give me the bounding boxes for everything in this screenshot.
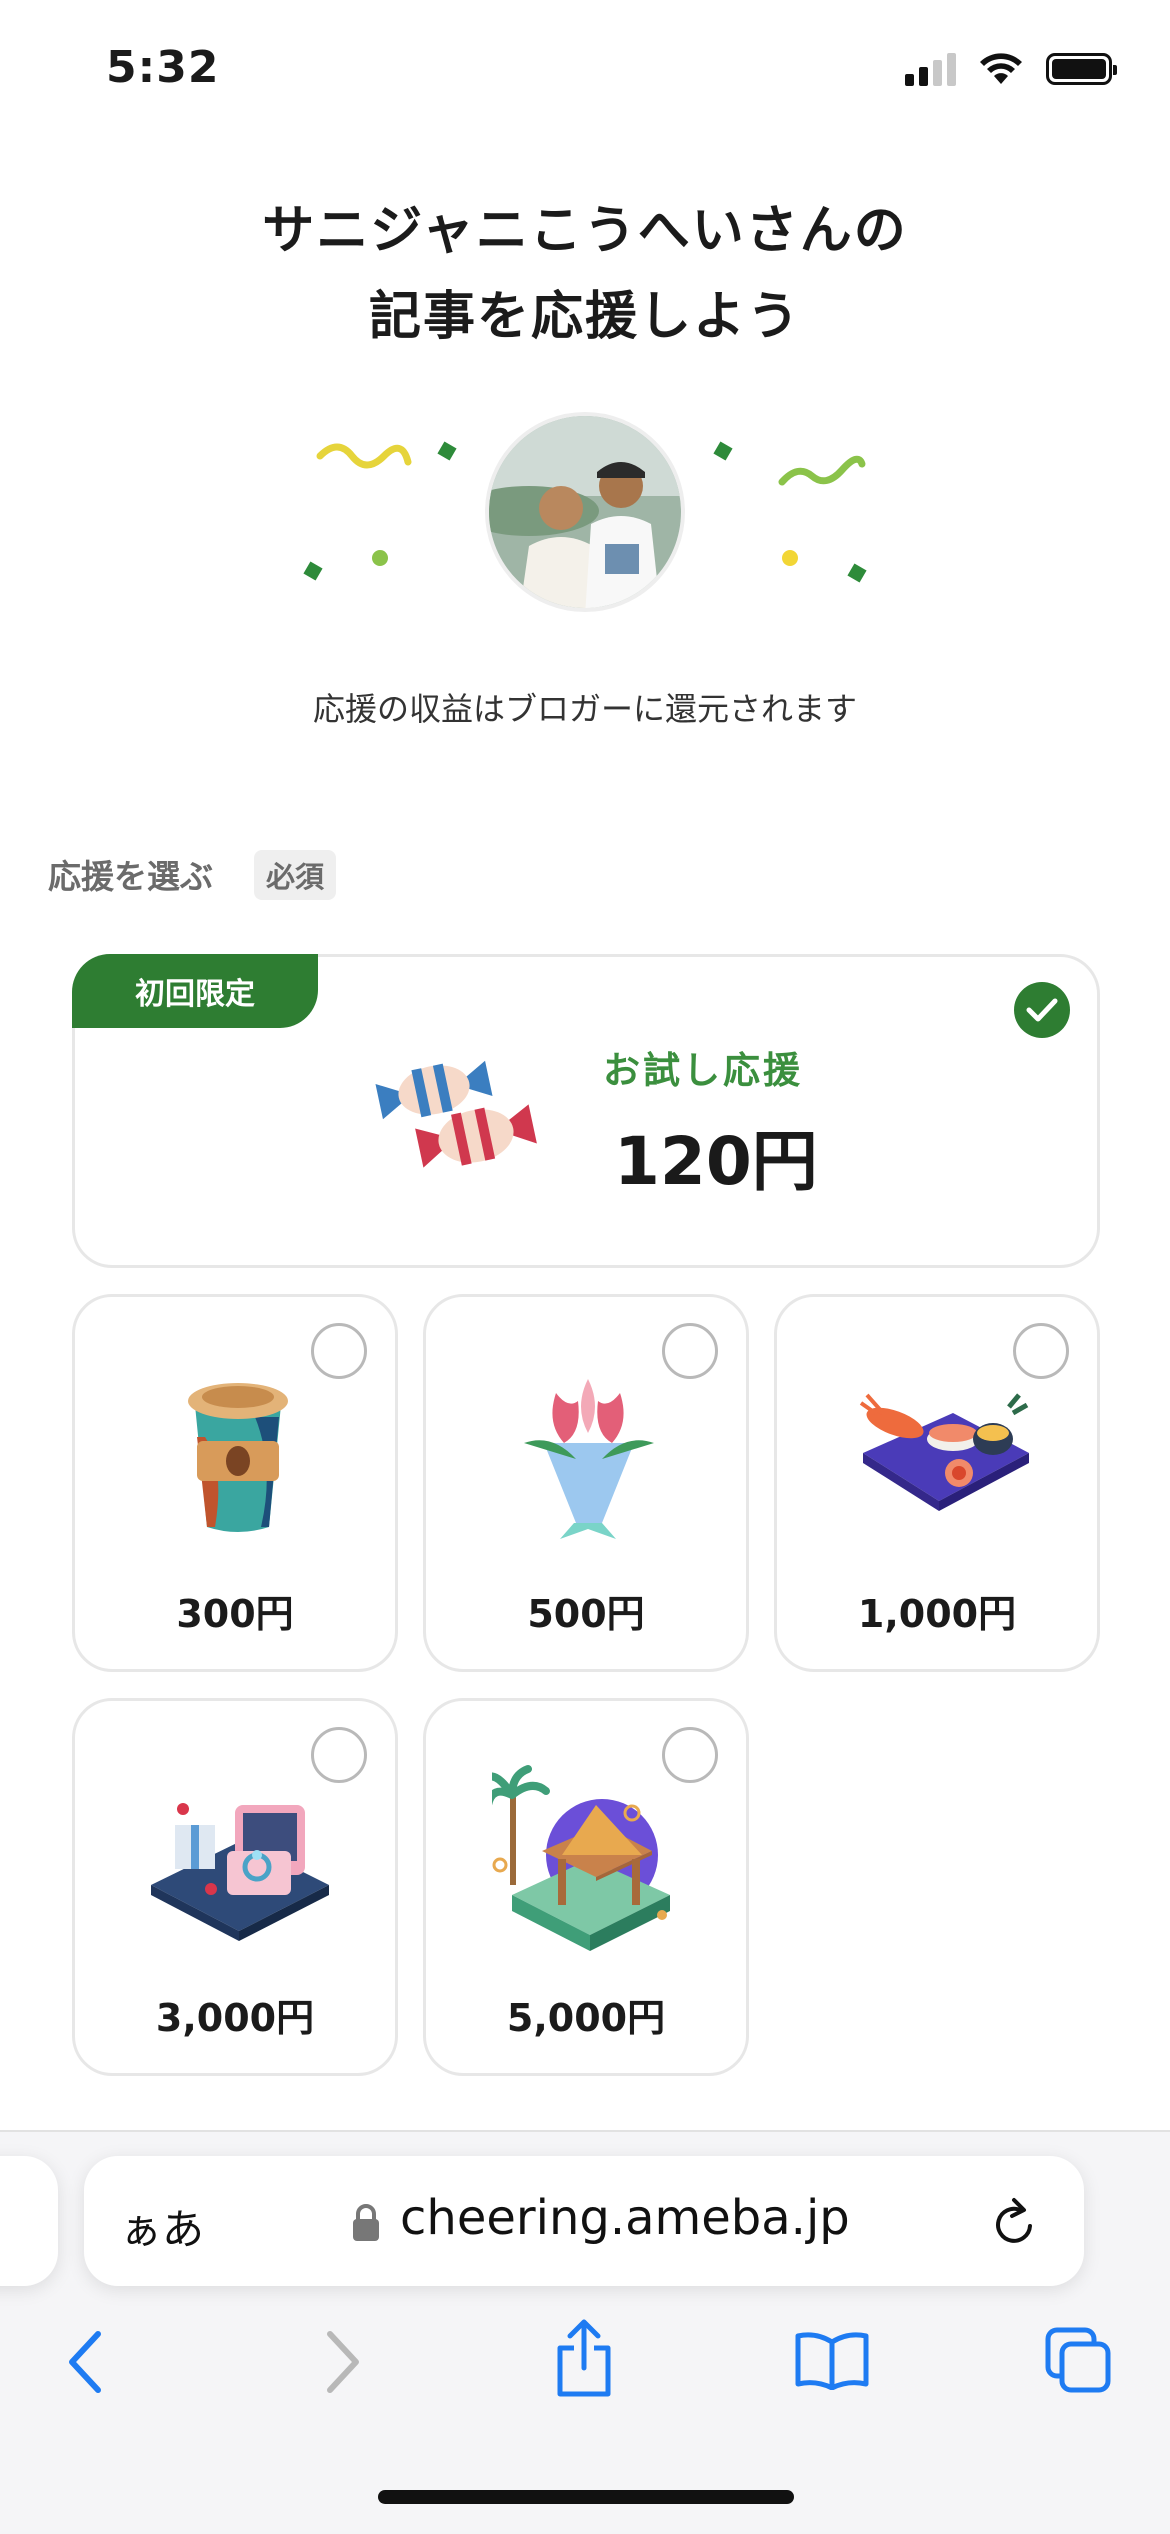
- candy-icon: [375, 1060, 537, 1168]
- bookmarks-icon[interactable]: [794, 2330, 870, 2390]
- lock-icon: [353, 2204, 379, 2241]
- select-support-label: 応援を選ぶ: [48, 857, 213, 896]
- trial-support-name: お試し応援: [603, 1049, 803, 1092]
- coffee-cup-icon: [188, 1383, 288, 1532]
- first-time-limited-ribbon: 初回限定: [72, 954, 318, 1028]
- support-option-1000[interactable]: 1,000円: [774, 1294, 1100, 1672]
- previous-tab-peek[interactable]: [0, 2156, 58, 2286]
- url-text[interactable]: cheering.ameba.jp: [400, 2190, 850, 2246]
- cellular-signal-icon: [905, 52, 956, 86]
- tabs-icon[interactable]: [1044, 2326, 1114, 2396]
- option-radio[interactable]: [662, 1323, 718, 1379]
- option-radio[interactable]: [311, 1727, 367, 1783]
- option-price: 1,000円: [857, 1592, 1017, 1636]
- option-price: 500円: [527, 1592, 645, 1636]
- support-option-5000[interactable]: 5,000円: [423, 1698, 749, 2076]
- option-price: 5,000円: [506, 1996, 666, 2040]
- page-settings-button[interactable]: ぁあ: [120, 2196, 204, 2257]
- reload-icon[interactable]: [990, 2196, 1040, 2250]
- status-time: 5:32: [106, 42, 220, 93]
- flower-bouquet-icon: [524, 1379, 654, 1539]
- battery-icon: [1046, 53, 1117, 85]
- subtitle: 応援の収益はブロガーに還元されます: [312, 690, 857, 728]
- option-price: 3,000円: [155, 1996, 315, 2040]
- required-badge: 必須: [254, 850, 337, 900]
- selected-check-icon[interactable]: [1014, 982, 1070, 1038]
- resort-villa-icon: [492, 1765, 670, 1951]
- support-option-300[interactable]: 300円: [72, 1294, 398, 1672]
- forward-arrow-icon[interactable]: [322, 2330, 362, 2394]
- back-arrow-icon[interactable]: [66, 2330, 106, 2394]
- page-title: サニジャニこうへいさんの 記事を応援しよう: [0, 188, 1170, 360]
- title-line-2: 記事を応援しよう: [368, 287, 801, 347]
- ring-box-icon: [151, 1803, 329, 1941]
- share-icon[interactable]: [552, 2318, 616, 2398]
- blogger-avatar: [485, 412, 685, 612]
- option-price: 300円: [176, 1592, 294, 1636]
- wifi-icon: [980, 53, 1022, 84]
- home-indicator: [378, 2490, 794, 2504]
- status-icons: [905, 52, 1117, 86]
- sushi-platter-icon: [859, 1393, 1029, 1511]
- support-option-3000[interactable]: 3,000円: [72, 1698, 398, 2076]
- trial-support-price: 120円: [614, 1123, 818, 1200]
- support-option-500[interactable]: 500円: [423, 1294, 749, 1672]
- title-line-1: サニジャニこうへいさんの: [262, 201, 908, 261]
- option-radio[interactable]: [1013, 1323, 1069, 1379]
- option-radio[interactable]: [311, 1323, 367, 1379]
